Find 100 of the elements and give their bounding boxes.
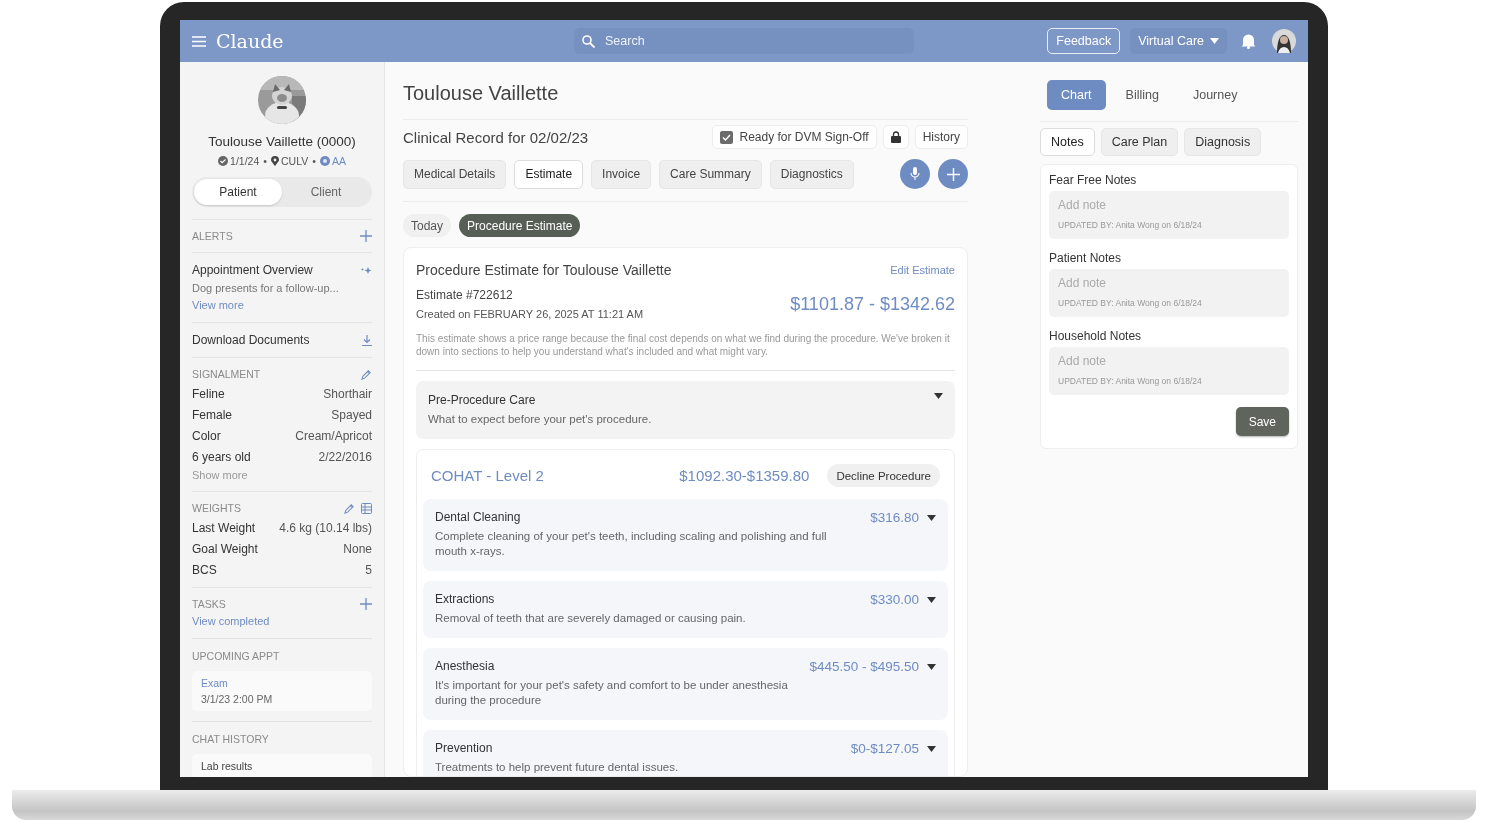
- edit-estimate-link[interactable]: Edit Estimate: [890, 264, 955, 276]
- table-icon[interactable]: [361, 502, 372, 514]
- appointment-card[interactable]: Exam 3/1/23 2:00 PM: [192, 671, 372, 711]
- section-title: Pre-Procedure Care: [428, 393, 537, 407]
- notes-tab[interactable]: Diagnosis: [1184, 128, 1262, 156]
- notes-tab[interactable]: Notes: [1040, 128, 1095, 156]
- item-title: Dental Cleaning: [435, 510, 522, 524]
- notes-title: Household Notes: [1049, 329, 1143, 343]
- app-logo: Claude: [216, 30, 284, 52]
- procedure-item[interactable]: Extractions Removal of teeth that are severely damaged or causing pain. $330.00: [423, 581, 948, 638]
- caret-icon[interactable]: [927, 745, 936, 752]
- sub-tab[interactable]: Procedure Estimate: [459, 214, 581, 237]
- item-price: $0-$127.05: [850, 741, 919, 756]
- checkbox[interactable]: [720, 130, 734, 144]
- chart-tab[interactable]: Billing: [1111, 80, 1173, 110]
- field-value: Spayed: [331, 408, 372, 422]
- caret-icon[interactable]: [927, 663, 936, 670]
- section-label: CHAT HISTORY: [192, 733, 269, 745]
- item-price: $445.50 - $495.50: [809, 659, 919, 674]
- menu-icon[interactable]: [192, 35, 206, 47]
- field-label: 6 years old: [192, 450, 251, 464]
- appointment-time: 3/1/23 2:00 PM: [201, 693, 274, 705]
- decline-procedure-button[interactable]: Decline Procedure: [827, 464, 940, 487]
- check-circle-icon: [218, 156, 229, 166]
- patient-name: Toulouse Vaillette (0000): [208, 134, 356, 149]
- note-input[interactable]: Add note: [1058, 198, 1280, 212]
- procedure-price: $1092.30-$1359.80: [679, 467, 810, 484]
- field-value: None: [343, 542, 372, 556]
- estimate-title: Procedure Estimate for Toulouse Vaillette: [416, 262, 672, 278]
- add-button[interactable]: [938, 159, 968, 189]
- procedure-item[interactable]: Prevention Treatments to help prevent future dental issues. $0-$127.05: [423, 730, 948, 776]
- search-field[interactable]: Search: [574, 28, 914, 54]
- search-input[interactable]: Search: [603, 33, 906, 49]
- item-description: It's important for your pet's safety and comfort to be under anesthesia during the procedure: [435, 678, 789, 708]
- caret-icon[interactable]: [927, 596, 936, 603]
- field-label: Feline: [192, 387, 225, 401]
- plus-icon[interactable]: [360, 230, 372, 242]
- patient-meta: 1/1/24: [230, 155, 260, 167]
- bell-icon[interactable]: [1241, 33, 1256, 49]
- notes-tab[interactable]: Care Plan: [1100, 128, 1179, 156]
- field-label: Goal Weight: [192, 542, 258, 556]
- history-button[interactable]: History: [914, 125, 968, 149]
- item-price: $330.00: [870, 592, 919, 607]
- microphone-icon: [910, 167, 920, 181]
- patient-meta: CULV: [280, 155, 309, 167]
- field-label: BCS: [192, 563, 217, 577]
- patient-title: Toulouse Vaillette: [403, 82, 560, 106]
- record-tab[interactable]: Medical Details: [403, 159, 507, 189]
- item-title: Extractions: [435, 592, 496, 606]
- chart-tab[interactable]: Journey: [1178, 80, 1252, 110]
- pre-procedure-section[interactable]: Pre-Procedure Care What to expect before your pet's procedure.: [416, 381, 955, 439]
- lock-button[interactable]: [882, 125, 909, 149]
- item-description: Removal of teeth that are severely damaged or causing pain.: [435, 611, 747, 626]
- separator-dot: •: [312, 155, 316, 167]
- record-title: Clinical Record for 02/02/23: [403, 128, 590, 146]
- plus-icon[interactable]: [360, 598, 372, 610]
- field-label: Female: [192, 408, 232, 422]
- download-icon[interactable]: [362, 334, 372, 346]
- appointment-summary: Dog presents for a follow-up...: [192, 282, 340, 294]
- field-value: Cream/Apricot: [295, 429, 372, 443]
- section-label: ALERTS: [192, 230, 233, 242]
- section-label: WEIGHTS: [192, 502, 241, 514]
- updated-by-text: UPDATED BY: Anita Wong on 6/18/24: [1058, 376, 1203, 386]
- vet-badge-icon: [319, 156, 330, 166]
- item-description: Complete cleaning of your pet's teeth, including scaling and polishing and full mouth x-rays.: [435, 529, 828, 559]
- field-value: 2/22/2016: [318, 450, 372, 464]
- save-button[interactable]: Save: [1235, 407, 1289, 436]
- user-avatar[interactable]: [1272, 29, 1296, 53]
- procedure-item[interactable]: Anesthesia It's important for your pet's safety and comfort to be under anesthesia during the procedure $445.50 - $495.50: [423, 648, 948, 720]
- toggle-option[interactable]: Client: [282, 179, 370, 205]
- item-title: Prevention: [435, 741, 494, 755]
- estimate-total: $1101.87 - $1342.62: [790, 293, 955, 315]
- caret-icon[interactable]: [934, 393, 943, 399]
- sub-tab[interactable]: Today: [403, 214, 452, 237]
- item-title: Anesthesia: [435, 659, 496, 673]
- note-input[interactable]: Add note: [1058, 354, 1280, 368]
- record-tab[interactable]: Diagnostics: [769, 159, 854, 189]
- created-date: Created on FEBRUARY 26, 2025 AT 11:21 AM: [416, 308, 644, 320]
- field-label: Last Weight: [192, 521, 256, 535]
- sign-off-checkbox[interactable]: Ready for DVM Sign-Off: [712, 125, 877, 149]
- pencil-icon[interactable]: [361, 368, 372, 380]
- field-value: 4.6 kg (10.14 lbs): [279, 521, 372, 535]
- chat-item[interactable]: Lab results: [192, 754, 372, 777]
- caret-icon[interactable]: [927, 514, 936, 521]
- download-documents-link[interactable]: Download Documents: [192, 333, 310, 347]
- record-tab[interactable]: Care Summary: [659, 159, 762, 189]
- record-tab[interactable]: Invoice: [591, 159, 652, 189]
- microphone-button[interactable]: [900, 159, 930, 189]
- record-tab[interactable]: Estimate: [514, 159, 584, 189]
- field-value: Shorthair: [323, 387, 372, 401]
- procedure-name: COHAT - Level 2: [431, 467, 545, 484]
- section-description: What to expect before your pet's procedure.: [428, 412, 652, 427]
- toggle-option[interactable]: Patient: [194, 179, 282, 205]
- field-label: Color: [192, 429, 221, 443]
- lock-icon: [890, 131, 901, 143]
- note-input[interactable]: Add note: [1058, 276, 1280, 290]
- section-label: TASKS: [192, 598, 226, 610]
- procedure-item[interactable]: Dental Cleaning Complete cleaning of your pet's teeth, including scaling and polishing and full mouth x-rays. $316.80: [423, 499, 948, 571]
- location-pin-icon: [270, 156, 279, 166]
- pencil-icon[interactable]: [344, 502, 355, 514]
